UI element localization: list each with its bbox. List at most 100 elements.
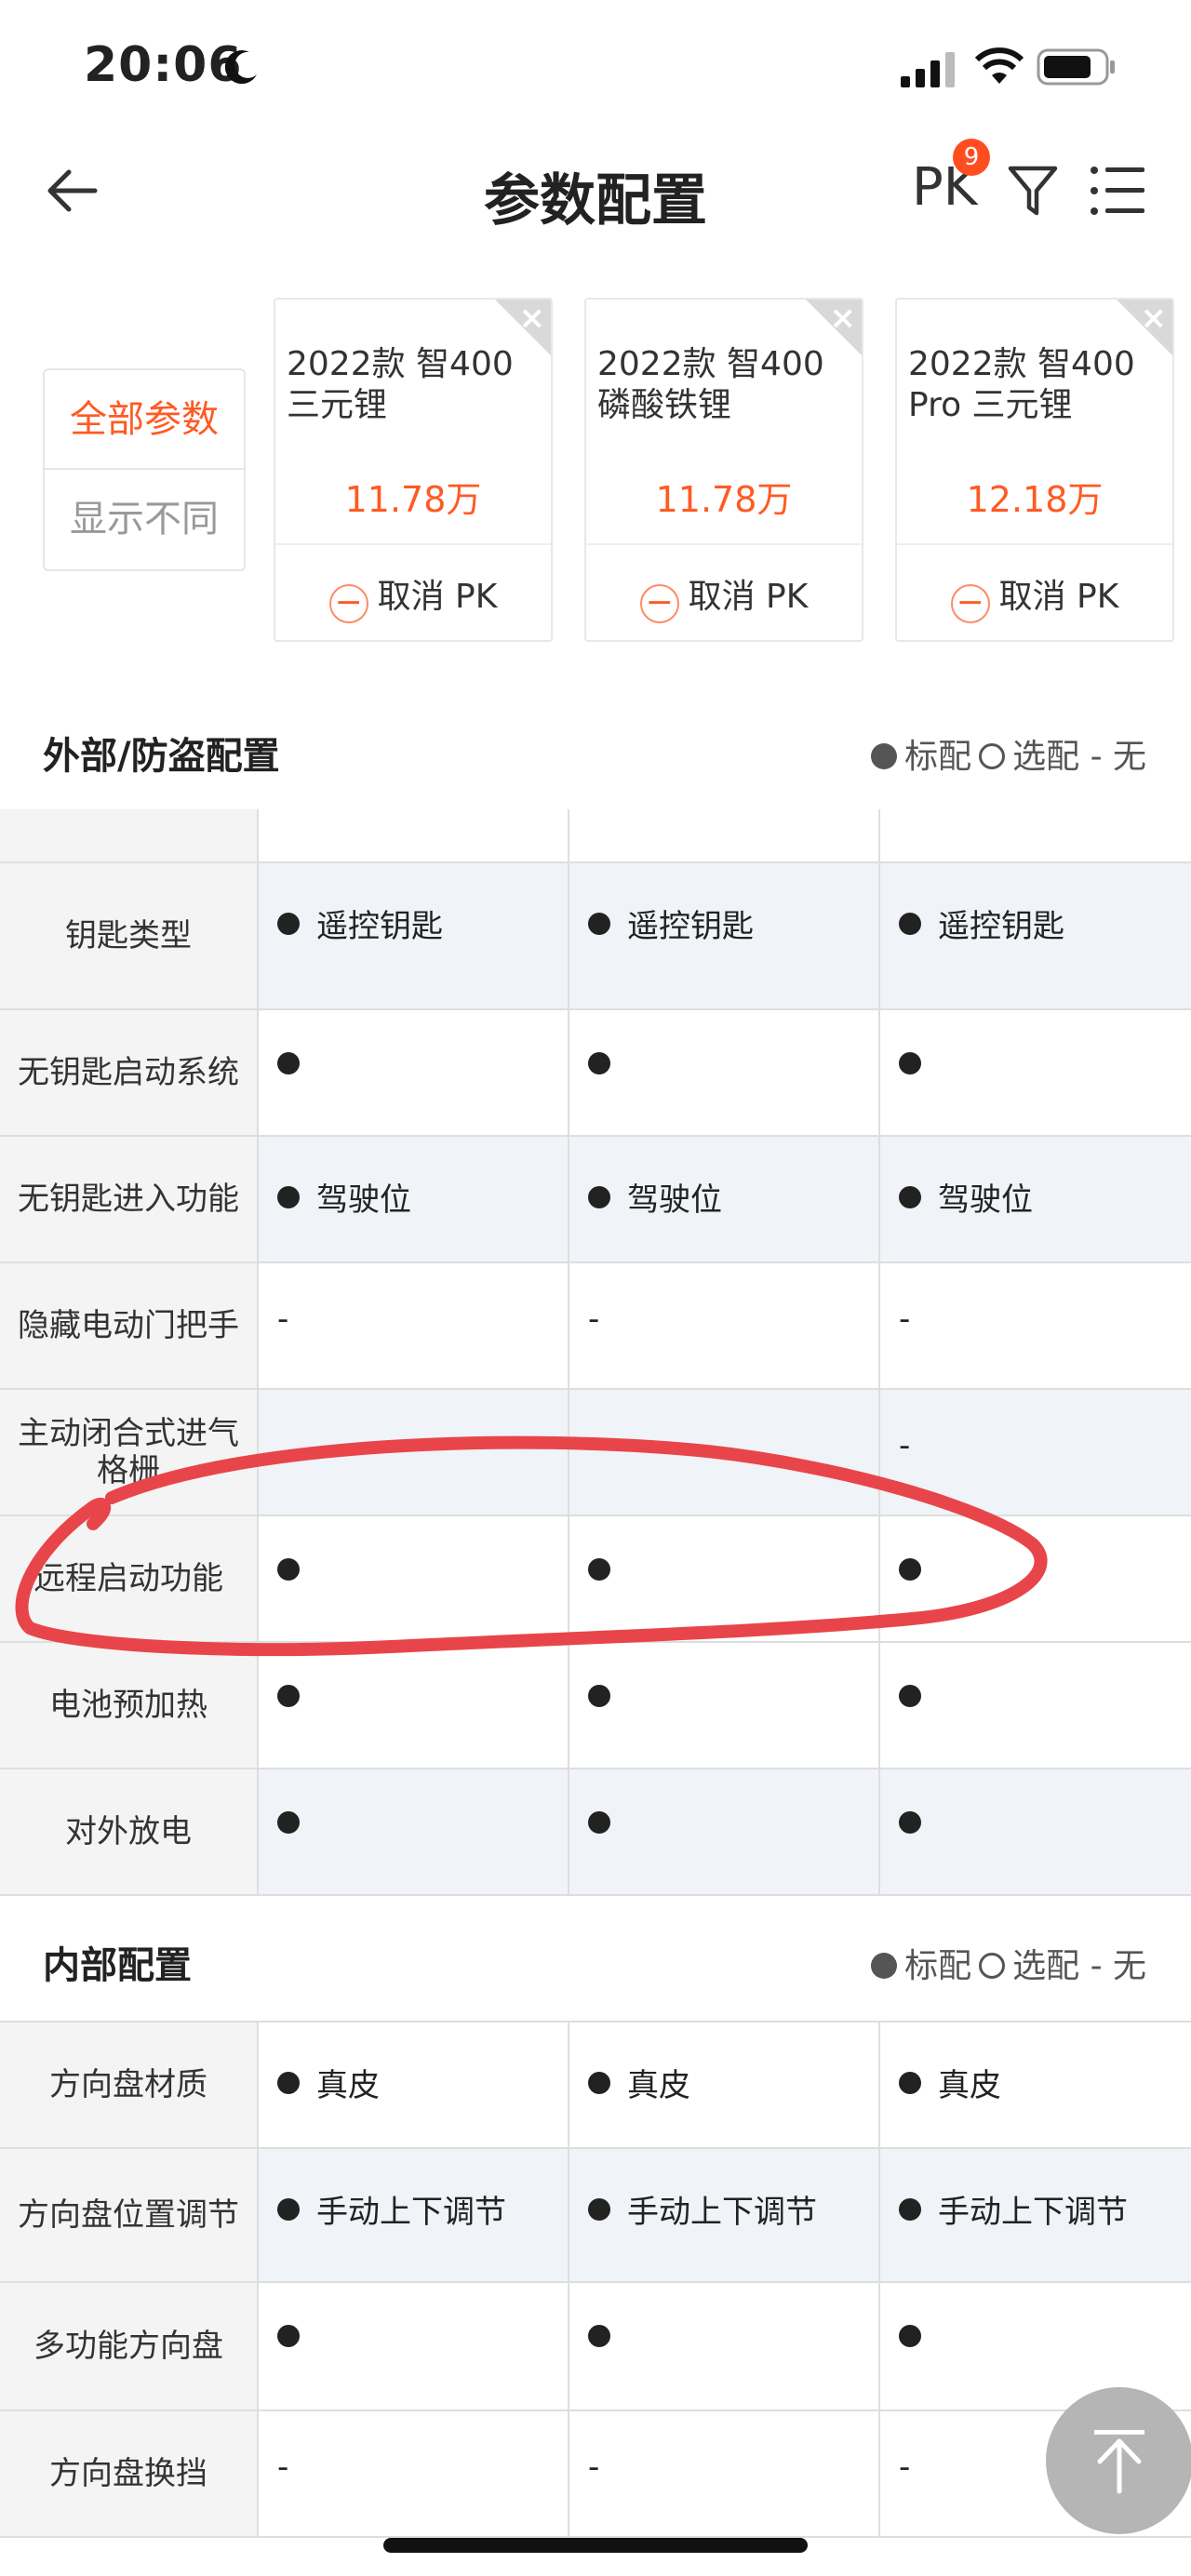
legend-none: - 无 <box>1090 738 1146 776</box>
standard-dot-icon <box>277 2072 300 2094</box>
param-value <box>878 1516 1191 1641</box>
minus-circle-icon: − <box>639 584 679 623</box>
cancel-pk-button[interactable]: − 取消 PK <box>897 569 1172 623</box>
param-value <box>568 1516 878 1641</box>
param-value: - <box>257 1263 568 1388</box>
standard-dot-icon <box>588 2198 610 2221</box>
close-icon[interactable]: × <box>1141 300 1168 337</box>
car-price: 12.18万 <box>966 479 1104 520</box>
param-value <box>878 1643 1191 1768</box>
param-label: 无钥匙进入功能 <box>0 1137 257 1261</box>
standard-dot-icon <box>899 913 921 935</box>
param-value: 驾驶位 <box>257 1137 568 1261</box>
param-value <box>257 1769 568 1894</box>
param-table-exterior: 钥匙类型 遥控钥匙 遥控钥匙 遥控钥匙 无钥匙启动系统 无钥匙进入功能 驾驶位 … <box>0 809 1191 1896</box>
signal-icon <box>901 52 955 87</box>
param-value: 手动上下调节 <box>257 2149 568 2281</box>
table-row: 钥匙类型 遥控钥匙 遥控钥匙 遥控钥匙 <box>0 863 1191 1010</box>
legend-optional: 选配 <box>1012 1947 1080 1985</box>
standard-dot-icon <box>588 1558 610 1581</box>
mode-show-differences[interactable]: 显示不同 <box>45 470 244 569</box>
section-header-interior: 内部配置 标配 选配 - 无 <box>0 1898 1191 2019</box>
param-label: 无钥匙启动系统 <box>0 1010 257 1135</box>
mode-all-params[interactable]: 全部参数 <box>45 370 244 470</box>
standard-dot-icon <box>899 2072 921 2094</box>
param-value: 遥控钥匙 <box>257 863 568 1008</box>
car-price: 11.78万 <box>655 479 793 520</box>
scroll-to-top-button[interactable] <box>1046 2387 1191 2534</box>
standard-dot-icon <box>588 1186 610 1208</box>
standard-dot-icon <box>899 1052 921 1074</box>
param-table-interior: 方向盘材质 真皮 真皮 真皮 方向盘位置调节 手动上下调节 手动上下调节 手动上… <box>0 2021 1191 2538</box>
standard-dot-icon <box>588 1811 610 1834</box>
param-label: 远程启动功能 <box>0 1516 257 1641</box>
standard-dot-icon <box>277 2325 300 2347</box>
standard-dot-icon <box>899 1685 921 1707</box>
close-icon[interactable]: × <box>830 300 857 337</box>
status-time: 20:06 <box>84 37 243 93</box>
section-header-exterior: 外部/防盗配置 标配 选配 - 无 <box>0 688 1191 809</box>
standard-dot-icon <box>899 1558 921 1581</box>
standard-dot-icon <box>277 1558 300 1581</box>
table-row: 方向盘换挡 - - - <box>0 2411 1191 2538</box>
nav-bar: 参数配置 PK 9 <box>0 135 1191 247</box>
table-row: 方向盘位置调节 手动上下调节 手动上下调节 手动上下调节 <box>0 2149 1191 2283</box>
standard-dot-icon <box>277 1685 300 1707</box>
section-title: 内部配置 <box>43 1944 192 1987</box>
legend-standard: 标配 <box>904 738 972 776</box>
param-value <box>568 1769 878 1894</box>
minus-circle-icon: − <box>950 584 990 623</box>
standard-dot-icon <box>899 2198 921 2221</box>
minus-circle-icon: − <box>328 584 368 623</box>
close-icon[interactable]: × <box>519 300 546 337</box>
standard-dot-icon <box>588 2072 610 2094</box>
legend-none: - 无 <box>1090 1947 1146 1985</box>
wifi-icon <box>974 47 1024 84</box>
car-card: × 2022款 智400 Pro 三元锂 12.18万 − 取消 PK <box>895 298 1174 642</box>
car-name: 2022款 智400 磷酸铁锂 <box>597 345 824 424</box>
cancel-pk-label: 取消 PK <box>688 578 809 616</box>
param-label: 方向盘位置调节 <box>0 2149 257 2281</box>
car-card: × 2022款 智400 磷酸铁锂 11.78万 − 取消 PK <box>584 298 863 642</box>
param-label: 方向盘换挡 <box>0 2411 257 2536</box>
param-value: 驾驶位 <box>568 1137 878 1261</box>
standard-dot-icon <box>588 1685 610 1707</box>
standard-dot-icon <box>277 1186 300 1208</box>
car-card: × 2022款 智400 三元锂 11.78万 − 取消 PK <box>274 298 553 642</box>
cancel-pk-button[interactable]: − 取消 PK <box>275 569 551 623</box>
param-value: 真皮 <box>257 2022 568 2147</box>
param-value: 真皮 <box>568 2022 878 2147</box>
battery-icon <box>1037 48 1115 86</box>
menu-list-icon[interactable] <box>1089 163 1146 219</box>
legend: 标配 选配 - 无 <box>871 1939 1146 1987</box>
table-row: 无钥匙进入功能 驾驶位 驾驶位 驾驶位 <box>0 1137 1191 1263</box>
standard-dot-icon <box>277 913 300 935</box>
param-label: 隐藏电动门把手 <box>0 1263 257 1388</box>
standard-dot-icon <box>277 1052 300 1074</box>
table-row <box>0 809 1191 863</box>
param-label <box>0 809 257 861</box>
section-title: 外部/防盗配置 <box>43 735 280 778</box>
param-label: 电池预加热 <box>0 1643 257 1768</box>
car-price: 11.78万 <box>344 479 482 520</box>
param-value <box>257 1390 568 1515</box>
param-value: 遥控钥匙 <box>568 863 878 1008</box>
status-bar: 20:06 <box>0 0 1191 135</box>
filter-icon[interactable] <box>1007 163 1059 219</box>
legend: 标配 选配 - 无 <box>871 729 1146 778</box>
standard-dot-icon <box>871 743 898 769</box>
cancel-pk-button[interactable]: − 取消 PK <box>586 569 862 623</box>
param-value: 手动上下调节 <box>878 2149 1191 2281</box>
param-value: 遥控钥匙 <box>878 863 1191 1008</box>
cancel-pk-label: 取消 PK <box>998 578 1119 616</box>
param-value: - <box>878 1390 1191 1515</box>
optional-circle-icon <box>979 1953 1006 1979</box>
standard-dot-icon <box>277 1811 300 1834</box>
param-value <box>257 1010 568 1135</box>
standard-dot-icon <box>588 913 610 935</box>
legend-standard: 标配 <box>904 1947 972 1985</box>
optional-circle-icon <box>979 743 1006 769</box>
standard-dot-icon <box>588 1052 610 1074</box>
param-value <box>878 1769 1191 1894</box>
legend-optional: 选配 <box>1012 738 1080 776</box>
